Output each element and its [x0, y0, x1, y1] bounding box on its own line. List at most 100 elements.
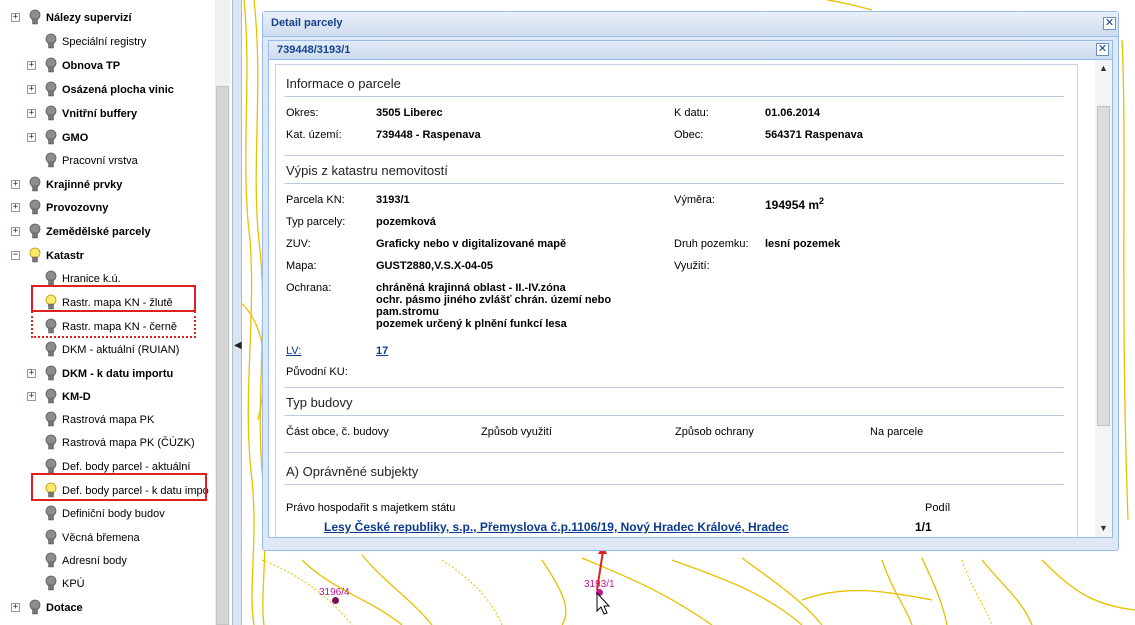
expand-icon[interactable]: + [11, 227, 20, 236]
dialog-header[interactable]: Detail parcely ✕ [263, 12, 1118, 37]
tree-item[interactable]: + Provozovny [0, 197, 212, 219]
tree-item-label: Definiční body budov [62, 508, 165, 520]
lightbulb-off-icon[interactable] [45, 505, 57, 522]
kdatu-value: 01.06.2014 [765, 107, 821, 119]
tree-item[interactable]: + DKM - k datu importu [0, 363, 212, 385]
section-divider [284, 452, 1064, 453]
expand-icon[interactable]: + [11, 603, 20, 612]
tree-item-label: Vnitřní buffery [62, 108, 138, 120]
section-divider [284, 387, 1064, 388]
tree-item[interactable]: KPÚ [0, 573, 212, 595]
zuv-label: ZUV: [286, 238, 311, 250]
vymera-unit-sup: 2 [819, 196, 825, 206]
tree-item[interactable]: + Zemědělské parcely [0, 221, 212, 243]
lightbulb-off-icon[interactable] [29, 223, 41, 240]
tree-item-label: Zemědělské parcely [46, 226, 151, 238]
lightbulb-off-icon[interactable] [45, 529, 57, 546]
lightbulb-off-icon[interactable] [45, 341, 57, 358]
obec-value: 564371 Raspenava [765, 129, 863, 141]
ochrana-values: chráněná krajinná oblast - II.-IV.zóna o… [376, 282, 636, 330]
lightbulb-off-icon[interactable] [45, 575, 57, 592]
lightbulb-off-icon[interactable] [29, 199, 41, 216]
lightbulb-off-icon[interactable] [29, 599, 41, 616]
scroll-up-icon[interactable]: ▲ [1095, 60, 1112, 77]
lightbulb-off-icon[interactable] [45, 152, 57, 169]
tab-header[interactable]: 739448/3193/1 ✕ [268, 40, 1113, 60]
tree-item[interactable]: Definiční body budov [0, 503, 212, 525]
tree-item-label: Osázená plocha vinic [62, 84, 174, 96]
tree-scrollbar[interactable] [215, 0, 230, 625]
tree-item[interactable]: Speciální registry [0, 31, 212, 53]
expand-icon[interactable]: + [27, 109, 36, 118]
parcel-detail-dialog: Detail parcely ✕ 739448/3193/1 ✕ Informa… [262, 11, 1119, 551]
druh-label: Druh pozemku: [674, 238, 749, 250]
tree-item[interactable]: Rastrová mapa PK [0, 409, 212, 431]
tree-item[interactable]: + Krajinné prvky [0, 174, 212, 196]
tree-item[interactable]: + KM-D [0, 386, 212, 408]
lightbulb-off-icon[interactable] [45, 388, 57, 405]
druh-value: lesní pozemek [765, 238, 841, 250]
tree-item[interactable]: + GMO [0, 127, 212, 149]
scrollbar-thumb[interactable] [1097, 106, 1110, 426]
tree-item[interactable]: + Osázená plocha vinic [0, 79, 212, 101]
katuzemi-label: Kat. území: [286, 129, 342, 141]
typ-value: pozemková [376, 216, 436, 228]
lightbulb-off-icon[interactable] [29, 9, 41, 26]
lightbulb-off-icon[interactable] [29, 176, 41, 193]
tree-item[interactable]: Věcná břemena [0, 527, 212, 549]
lightbulb-off-icon[interactable] [45, 105, 57, 122]
scroll-down-icon[interactable]: ▼ [1095, 520, 1112, 537]
tree-item[interactable]: + Obnova TP [0, 55, 212, 77]
section-divider [284, 415, 1064, 416]
parcel-point[interactable] [332, 597, 339, 604]
section-title: Informace o parcele [286, 76, 401, 91]
tree-item-label: Katastr [46, 250, 84, 262]
tree-item[interactable]: + Dotace [0, 597, 212, 619]
expand-icon[interactable]: + [27, 61, 36, 70]
expand-icon[interactable]: + [11, 203, 20, 212]
tree-item[interactable]: DKM - aktuální (RUIAN) [0, 339, 212, 361]
vymera-label: Výměra: [674, 194, 715, 206]
highlight-box-dotted [31, 311, 196, 338]
lightbulb-on-icon[interactable] [29, 247, 41, 264]
expand-icon[interactable]: + [11, 180, 20, 189]
typ-label: Typ parcely: [286, 216, 346, 228]
expand-icon[interactable]: + [27, 369, 36, 378]
lightbulb-off-icon[interactable] [45, 365, 57, 382]
panel-splitter[interactable]: ◀ [232, 0, 242, 625]
lv-label-link[interactable]: LV: [286, 345, 301, 357]
collapse-icon[interactable]: − [11, 251, 20, 260]
section-divider [284, 484, 1064, 485]
tree-item[interactable]: + Nálezy supervizí [0, 7, 212, 29]
tab-title: 739448/3193/1 [277, 44, 351, 56]
lightbulb-off-icon[interactable] [45, 129, 57, 146]
scrollbar-thumb[interactable] [216, 86, 229, 625]
lightbulb-off-icon[interactable] [45, 434, 57, 451]
expand-icon[interactable]: + [27, 85, 36, 94]
parcela-label: Parcela KN: [286, 194, 345, 206]
lightbulb-off-icon[interactable] [45, 57, 57, 74]
close-icon[interactable]: ✕ [1103, 17, 1116, 30]
dialog-scrollbar[interactable]: ▲ ▼ [1095, 60, 1112, 537]
expand-icon[interactable]: + [27, 392, 36, 401]
section-title: Typ budovy [286, 395, 353, 410]
tree-item[interactable]: Rastrová mapa PK (ČÚZK) [0, 432, 212, 454]
tree-item-label: KM-D [62, 391, 91, 403]
expand-icon[interactable]: + [11, 13, 20, 22]
lightbulb-off-icon[interactable] [45, 411, 57, 428]
close-tab-icon[interactable]: ✕ [1096, 43, 1109, 56]
collapse-arrow-icon[interactable]: ◀ [234, 340, 242, 351]
budovy-col-header: Způsob využití [481, 426, 552, 438]
lightbulb-off-icon[interactable] [45, 552, 57, 569]
tree-item-label: Rastrová mapa PK [62, 414, 155, 426]
tree-item[interactable]: + Vnitřní buffery [0, 103, 212, 125]
expand-icon[interactable]: + [27, 133, 36, 142]
owner-link[interactable]: Lesy České republiky, s.p., Přemyslova č… [324, 520, 789, 534]
tree-item[interactable]: Adresní body [0, 550, 212, 572]
lightbulb-off-icon[interactable] [45, 81, 57, 98]
tree-item[interactable]: − Katastr [0, 245, 212, 267]
lightbulb-off-icon[interactable] [45, 33, 57, 50]
highlight-box [31, 473, 207, 501]
lv-link[interactable]: 17 [376, 345, 388, 357]
tree-item[interactable]: Pracovní vrstva [0, 150, 212, 172]
